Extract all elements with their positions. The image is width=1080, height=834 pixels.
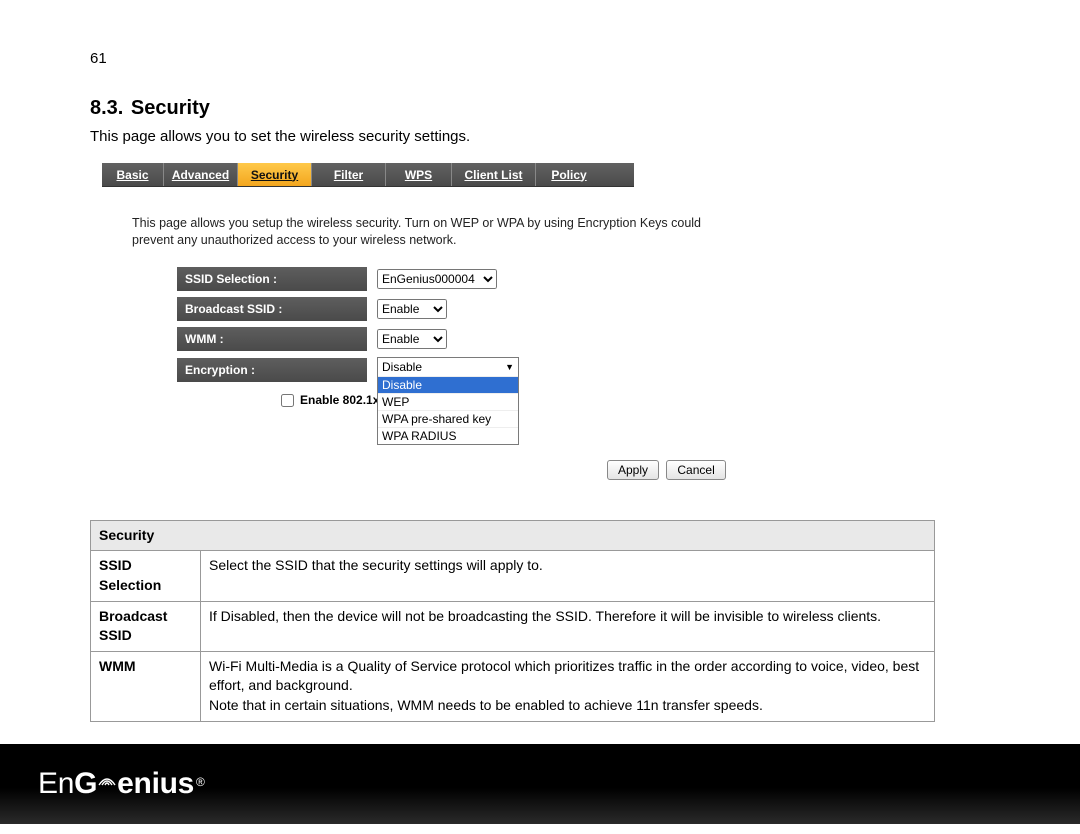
tab-filter[interactable]: Filter <box>312 163 386 186</box>
logo-rest: enius <box>117 767 194 801</box>
engenius-logo: EnG enius® <box>38 767 205 801</box>
cancel-button[interactable]: Cancel <box>666 460 725 480</box>
config-screenshot: Basic Advanced Security Filter WPS Clien… <box>102 163 752 480</box>
apply-button[interactable]: Apply <box>607 460 659 480</box>
tab-policy[interactable]: Policy <box>536 163 602 186</box>
row-key: WMM <box>91 651 201 721</box>
tab-basic[interactable]: Basic <box>102 163 164 186</box>
wifi-icon <box>95 769 119 787</box>
tab-security[interactable]: Security <box>238 163 312 186</box>
button-row: Apply Cancel <box>607 460 747 480</box>
encryption-option-wep[interactable]: WEP <box>378 393 518 410</box>
select-ssid[interactable]: EnGenius000004 <box>377 269 497 289</box>
label-broadcast-ssid: Broadcast SSID : <box>177 297 367 321</box>
logo-en: En <box>38 767 74 801</box>
table-row: WMM Wi-Fi Multi-Media is a Quality of Se… <box>91 651 935 721</box>
tab-advanced[interactable]: Advanced <box>164 163 238 186</box>
row-val: Select the SSID that the security settin… <box>201 551 935 601</box>
table-row: SSID Selection Select the SSID that the … <box>91 551 935 601</box>
registered-icon: ® <box>196 775 205 789</box>
label-ssid-selection: SSID Selection : <box>177 267 367 291</box>
tab-client-list[interactable]: Client List <box>452 163 536 186</box>
encryption-option-disable[interactable]: Disable <box>378 376 518 393</box>
row-val: Wi-Fi Multi-Media is a Quality of Servic… <box>201 651 935 721</box>
footer-bar: EnG enius® <box>0 744 1080 824</box>
security-description-table: Security SSID Selection Select the SSID … <box>90 520 935 722</box>
section-heading: 8.3. Security <box>90 97 1020 120</box>
intro-text: This page allows you to set the wireless… <box>90 128 1020 145</box>
screenshot-intro: This page allows you setup the wireless … <box>132 215 712 249</box>
tab-bar: Basic Advanced Security Filter WPS Clien… <box>102 163 634 187</box>
encryption-current-text: Disable <box>382 358 422 376</box>
select-wmm[interactable]: Enable <box>377 329 447 349</box>
row-broadcast-ssid: Broadcast SSID : Enable <box>177 297 747 321</box>
heading-number: 8.3. <box>90 97 123 119</box>
row-val: If Disabled, then the device will not be… <box>201 601 935 651</box>
checkbox-8021x[interactable] <box>281 394 294 407</box>
tab-wps[interactable]: WPS <box>386 163 452 186</box>
table-header: Security <box>91 520 935 551</box>
table-row: Broadcast SSID If Disabled, then the dev… <box>91 601 935 651</box>
label-wmm: WMM : <box>177 327 367 351</box>
encryption-option-wpa-psk[interactable]: WPA pre-shared key <box>378 410 518 427</box>
encryption-current[interactable]: Disable ▼ <box>378 358 518 376</box>
label-encryption: Encryption : <box>177 358 367 382</box>
row-wmm: WMM : Enable <box>177 327 747 351</box>
chevron-down-icon: ▼ <box>505 358 514 376</box>
encryption-option-wpa-radius[interactable]: WPA RADIUS <box>378 427 518 444</box>
select-encryption[interactable]: Disable ▼ Disable WEP WPA pre-shared key… <box>377 357 519 445</box>
page-number: 61 <box>90 50 1020 67</box>
row-key: Broadcast SSID <box>91 601 201 651</box>
select-broadcast[interactable]: Enable <box>377 299 447 319</box>
heading-text: Security <box>131 97 210 119</box>
row-key: SSID Selection <box>91 551 201 601</box>
logo-g: G <box>74 767 97 801</box>
row-encryption: Encryption : Disable ▼ Disable WEP WPA p… <box>177 357 747 383</box>
row-ssid-selection: SSID Selection : EnGenius000004 <box>177 267 747 291</box>
